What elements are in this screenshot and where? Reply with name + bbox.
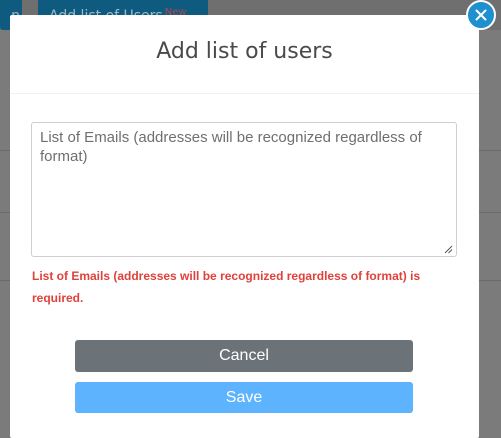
validation-error: List of Emails (addresses will be recogn… xyxy=(32,269,421,305)
modal-header-divider xyxy=(10,93,479,94)
close-icon xyxy=(475,9,487,21)
cancel-button[interactable]: Cancel xyxy=(75,340,413,372)
close-button[interactable] xyxy=(466,0,496,30)
save-button[interactable]: Save xyxy=(75,382,413,413)
add-users-modal: Add list of users List of Emails (addres… xyxy=(10,15,479,438)
emails-textarea[interactable] xyxy=(31,122,457,257)
modal-title: Add list of users xyxy=(156,39,333,64)
resize-grip-icon[interactable] xyxy=(444,245,453,254)
